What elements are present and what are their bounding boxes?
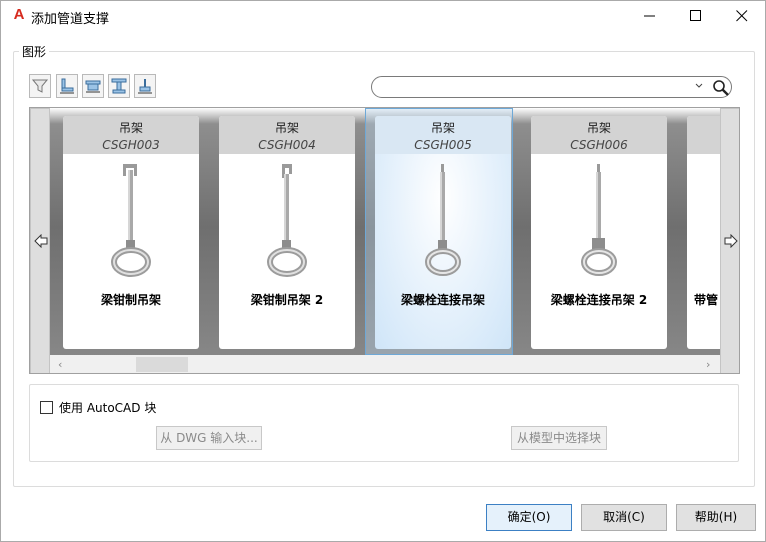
support-card-1[interactable]: 吊架 CSGH003 梁钳制吊架	[63, 116, 199, 349]
card-header: 吊架 CSGH006	[531, 116, 667, 154]
gallery-prev-button[interactable]	[30, 108, 50, 373]
gallery-next-button[interactable]	[720, 108, 739, 373]
beam-bolted-hanger-image	[425, 164, 461, 276]
beam-clamp-hanger-image	[111, 164, 151, 277]
autocad-logo-icon: A	[13, 6, 25, 23]
support-type-3-icon	[111, 78, 127, 94]
card-code: CSGH006	[570, 138, 628, 152]
arrow-left-icon	[34, 234, 48, 248]
close-button[interactable]	[719, 1, 765, 31]
card-category: 吊架	[274, 121, 299, 135]
card-code: CSGH004	[258, 138, 316, 152]
support-type-2-button[interactable]	[82, 74, 104, 98]
scroll-right-icon[interactable]: ›	[706, 358, 710, 371]
maximize-button[interactable]	[673, 1, 719, 31]
arrow-right-icon	[724, 234, 738, 248]
block-options-group	[29, 384, 739, 462]
minimize-icon	[644, 15, 655, 17]
support-type-4-icon	[138, 79, 152, 94]
window-title: 添加管道支撑	[31, 12, 110, 27]
card-name: 梁螺栓连接吊架 2	[550, 293, 648, 307]
filter-icon	[32, 79, 48, 93]
card-category: 吊架	[118, 121, 143, 135]
support-type-3-button[interactable]	[108, 74, 130, 98]
beam-clamp-hanger-2-image	[267, 164, 307, 277]
chevron-down-icon[interactable]	[695, 83, 703, 89]
search-combo[interactable]	[371, 76, 732, 98]
support-card-3[interactable]: 吊架 CSGH005 梁螺栓连接吊架	[375, 116, 511, 349]
add-pipe-support-dialog: A 添加管道支撑 图形 吊架 CSGH003 梁钳制吊架 吊架 CSGH004 …	[0, 0, 766, 542]
help-button[interactable]: 帮助(H)	[676, 504, 756, 531]
card-code: CSGH003	[102, 138, 160, 152]
card-name: 梁螺栓连接吊架	[400, 293, 485, 307]
support-type-2-icon	[85, 80, 101, 93]
gallery-scrollbar[interactable]: ‹ ›	[50, 355, 720, 373]
support-type-4-button[interactable]	[134, 74, 156, 98]
scroll-left-icon[interactable]: ‹	[58, 358, 62, 371]
support-type-1-icon	[60, 78, 74, 94]
select-block-from-model-button[interactable]: 从模型中选择块	[511, 426, 607, 450]
title-bar: A 添加管道支撑	[1, 1, 765, 31]
card-name: 梁钳制吊架 2	[250, 293, 324, 307]
card-category: 吊架	[586, 121, 611, 135]
support-card-2[interactable]: 吊架 CSGH004 梁钳制吊架 2	[219, 116, 355, 349]
card-code: CSGH005	[414, 138, 472, 152]
card-header: 吊架 CSGH004	[219, 116, 355, 154]
minimize-button[interactable]	[627, 1, 673, 31]
ok-button[interactable]: 确定(O)	[486, 504, 572, 531]
support-card-4[interactable]: 吊架 CSGH006 梁螺栓连接吊架 2	[531, 116, 667, 349]
search-icon[interactable]	[712, 79, 730, 97]
card-header: 吊架 CSGH003	[63, 116, 199, 154]
maximize-icon	[690, 10, 701, 21]
close-icon	[736, 10, 748, 22]
search-input[interactable]	[380, 79, 690, 95]
use-autocad-block-checkbox[interactable]	[40, 401, 53, 414]
figure-group-label: 图形	[19, 43, 50, 60]
import-from-dwg-button[interactable]: 从 DWG 输入块...	[156, 426, 262, 450]
scrollbar-thumb[interactable]	[136, 357, 188, 372]
card-category: 吊架	[430, 121, 455, 135]
filter-button[interactable]	[29, 74, 51, 98]
card-name: 梁钳制吊架	[100, 293, 161, 307]
card-header: 吊架 CSGH005	[375, 116, 511, 154]
beam-bolted-hanger-2-image	[581, 164, 617, 276]
use-autocad-block-label: 使用 AutoCAD 块	[59, 401, 157, 415]
cancel-button[interactable]: 取消(C)	[581, 504, 667, 531]
support-gallery: 吊架 CSGH003 梁钳制吊架 吊架 CSGH004 梁钳制吊架 2 吊架 C…	[29, 107, 740, 374]
support-type-1-button[interactable]	[56, 74, 78, 98]
